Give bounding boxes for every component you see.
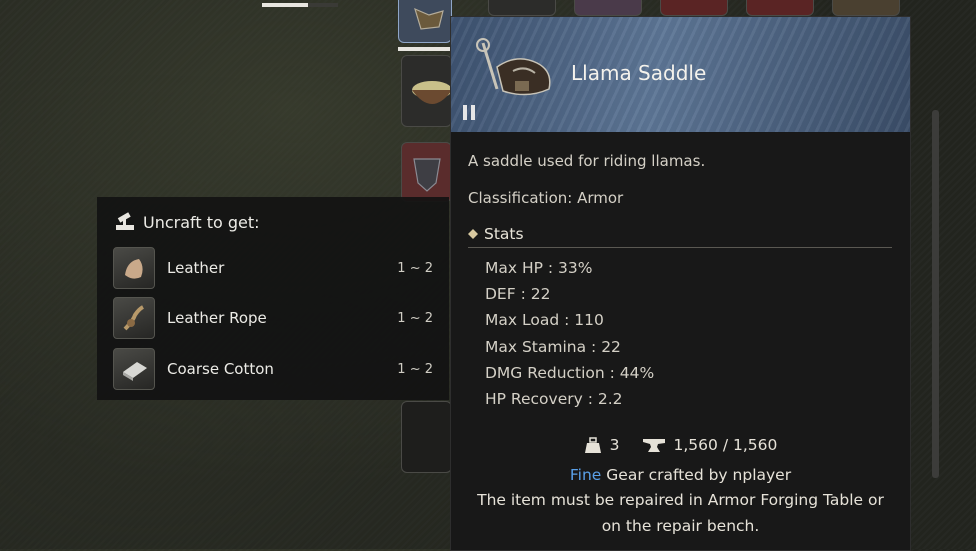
inventory-slot-soup[interactable] [401,55,452,127]
uncraft-item-name: Coarse Cotton [167,360,274,378]
leather-rope-icon [113,297,155,339]
stat-line: Max Load : 110 [485,311,604,329]
top-progress-fill [262,3,308,7]
uncraft-item[interactable]: Coarse Cotton 1 ~ 2 [113,347,435,391]
tooltip-header: Llama Saddle [451,17,910,132]
uncraft-item[interactable]: Leather 1 ~ 2 [113,246,435,290]
equipment-slot-3[interactable] [660,0,728,16]
inventory-slot-empty[interactable] [401,401,452,473]
weight-durability-row: 3 1,560 / 1,560 [451,436,910,454]
item-description: A saddle used for riding llamas. [468,152,706,170]
stats-heading-text: Stats [484,225,524,243]
repair-note-line-2: on the repair bench. [601,517,760,535]
weight-icon [584,437,601,453]
stat-line: Max HP : 33% [485,259,593,277]
stat-line: HP Recovery : 2.2 [485,390,623,408]
durability-value: 1,560 / 1,560 [673,436,778,454]
uncraft-item-qty: 1 ~ 2 [397,310,433,326]
uncraft-panel: Uncraft to get: Leather 1 ~ 2 Leather Ro… [97,197,449,400]
hammer-icon [116,212,134,230]
uncraft-item-name: Leather Rope [167,309,267,327]
equipment-slot-1[interactable] [488,0,556,16]
uncraft-title: Uncraft to get: [113,211,260,233]
weight-value: 3 [609,436,620,454]
crafted-by-line: Fine Gear crafted by nplayer [451,466,910,484]
selected-slot-indicator [398,47,450,51]
uncraft-item-qty: 1 ~ 2 [397,361,433,377]
inventory-slot-selected[interactable] [398,0,452,43]
item-tooltip: Llama Saddle A saddle used for riding ll… [450,16,911,551]
item-classification: Classification: Armor [468,189,624,207]
stats-divider [468,247,892,248]
diamond-icon [468,229,478,239]
scrollbar[interactable] [932,110,939,478]
stat-line: Max Stamina : 22 [485,338,621,356]
equipment-slot-4[interactable] [746,0,814,16]
coarse-cotton-icon [113,348,155,390]
crafted-by-text: Gear crafted by nplayer [606,466,792,484]
soup-bowl-icon [412,81,451,104]
stats-heading: Stats [468,225,524,243]
equipment-slot-5[interactable] [832,0,900,16]
stat-line: DEF : 22 [485,285,551,303]
anvil-icon [642,439,665,452]
pause-icon [463,105,475,120]
top-progress-bar [262,3,338,7]
inventory-slot-armor[interactable] [401,142,452,202]
uncraft-title-text: Uncraft to get: [143,212,260,232]
armor-icon [413,158,441,192]
quality-label: Fine [569,466,602,484]
uncraft-item-qty: 1 ~ 2 [397,260,433,276]
item-name: Llama Saddle [571,61,707,85]
leather-icon [113,247,155,289]
repair-note-line-1: The item must be repaired in Armor Forgi… [477,491,884,509]
uncraft-item-name: Leather [167,259,225,277]
stat-line: DMG Reduction : 44% [485,364,655,382]
uncraft-item[interactable]: Leather Rope 1 ~ 2 [113,296,435,340]
llama-saddle-icon [476,38,551,96]
equipment-slot-2[interactable] [574,0,642,16]
saddle-icon [414,7,444,30]
